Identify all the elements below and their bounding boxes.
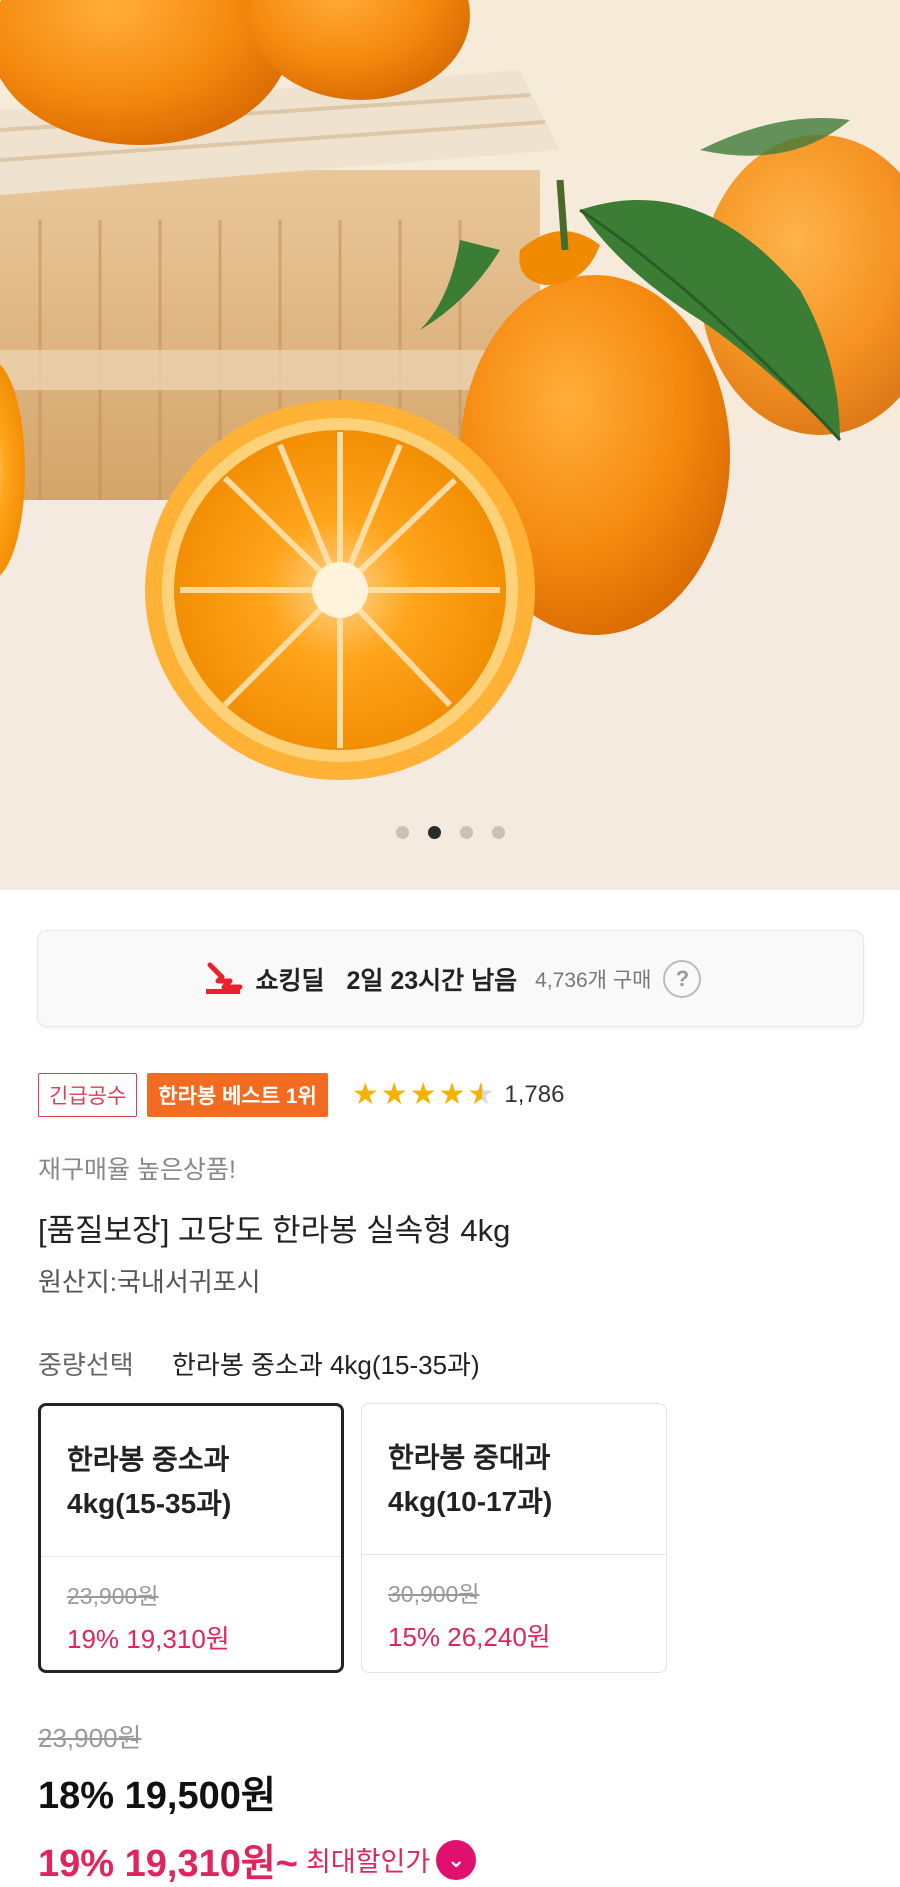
weight-option-selected: 한라봉 중소과 4kg(15-35과) [172,1350,480,1380]
star-icon: ★ [438,1078,466,1111]
shocking-deal-banner: 쇼킹딜 2일 23시간 남음 4,736개 구매 ? [37,930,864,1027]
max-discount-price: 19% 19,310원~ [38,1843,298,1885]
star-icon: ★ [351,1078,379,1111]
carousel-dots[interactable] [0,826,900,839]
product-image-carousel[interactable] [0,0,900,890]
product-origin: 원산지:국내서귀포시 [38,1267,261,1297]
option-name-line1: 한라봉 중대과 [388,1442,551,1473]
deal-time-left: 2일 23시간 남음 [346,966,518,995]
option-name: 한라봉 중대과 4kg(10-17과) [362,1404,666,1540]
original-price: 23,900원 [38,1723,142,1753]
carousel-dot-active[interactable] [427,826,441,839]
current-price: 18% 19,500원 [38,1775,276,1817]
weight-option-label: 중량선택 [38,1350,134,1380]
half-star-icon: ★ [468,1080,495,1111]
review-count: 1,786 [504,1081,565,1108]
badge-row: 긴급공수 한라봉 베스트 1위 ★ ★ ★ ★ ★ 1,786 [38,1073,564,1117]
option-card-small[interactable]: 한라봉 중소과 4kg(15-35과) 23,900원 19% 19,310원 [38,1403,344,1673]
option-name-line2: 4kg(10-17과) [388,1486,553,1517]
option-card-large[interactable]: 한라봉 중대과 4kg(10-17과) 30,900원 15% 26,240원 [361,1403,667,1673]
carousel-dot[interactable] [395,826,409,839]
product-title: [품질보장] 고당도 한라봉 실속형 4kg [38,1213,511,1248]
carousel-dot[interactable] [459,826,473,839]
purchase-count: 4,736개 구매 [535,968,652,992]
shocking-deal-icon [205,962,242,994]
star-icon: ★ [380,1078,408,1111]
max-discount-row[interactable]: 19% 19,310원~ 최대할인가 ⌄ [38,1832,477,1887]
deal-brand: 쇼킹딜 [255,966,325,995]
carousel-dot[interactable] [491,826,505,839]
option-name-line1: 한라봉 중소과 [67,1444,230,1475]
max-discount-label: 최대할인가 [306,1847,431,1877]
product-photo [0,0,900,890]
best-badge: 한라봉 베스트 1위 [147,1073,328,1117]
option-sale-price: 19% 19,310원 [67,1624,230,1654]
product-subtitle: 재구매율 높은상품! [38,1156,236,1184]
rating-stars[interactable]: ★ ★ ★ ★ ★ 1,786 [351,1078,565,1111]
option-original-price: 30,900원 [388,1581,480,1607]
star-icon: ★ [409,1078,437,1111]
chevron-down-icon[interactable]: ⌄ [436,1839,477,1880]
option-name: 한라봉 중소과 4kg(15-35과) [41,1406,341,1542]
option-name-line2: 4kg(15-35과) [67,1488,232,1519]
option-sale-price: 15% 26,240원 [388,1622,551,1652]
urgent-badge: 긴급공수 [38,1073,138,1117]
help-icon[interactable]: ? [663,959,702,998]
option-original-price: 23,900원 [67,1583,159,1609]
